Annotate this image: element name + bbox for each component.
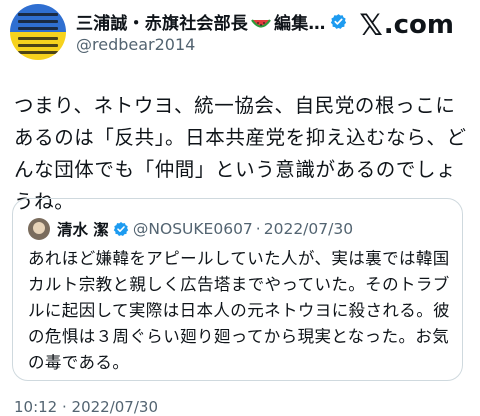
meta-separator: ·: [255, 220, 261, 238]
profile-avatar[interactable]: [10, 4, 66, 60]
quoted-tweet-text: あれほど嫌韓をアピールしていた人が、実は裏では韓国カルト宗教と親しく広告塔までや…: [28, 249, 451, 372]
author-name-row[interactable]: 三浦誠・赤旗社会部長 編集…: [76, 9, 347, 34]
verified-badge-icon: [113, 221, 129, 237]
x-brand-logo: 𝕏 .com: [359, 8, 454, 42]
author-handle[interactable]: @redbear2014: [76, 35, 195, 54]
quoted-author-name: 清水 潔: [57, 221, 109, 239]
tweet-timestamp[interactable]: 10:12 · 2022/07/30: [14, 398, 158, 416]
x-logo-icon: 𝕏: [359, 8, 383, 42]
author-display-name-suffix[interactable]: 編集…: [274, 9, 326, 34]
quoted-author-handle: @NOSUKE0607: [132, 220, 253, 238]
watermelon-icon: [251, 16, 271, 28]
author-display-name[interactable]: 三浦誠・赤旗社会部長: [76, 9, 248, 34]
brand-domain: .com: [383, 10, 454, 40]
quoted-tweet-header: 清水 潔 @NOSUKE0607 · 2022/07/30: [28, 218, 353, 240]
verified-badge-icon: [330, 13, 347, 30]
quoted-tweet[interactable]: 清水 潔 @NOSUKE0607 · 2022/07/30 あれほど嫌韓をアピー…: [12, 198, 463, 381]
quoted-tweet-date: 2022/07/30: [263, 220, 354, 238]
tweet-header: 三浦誠・赤旗社会部長 編集… @redbear2014 𝕏 .com: [0, 0, 480, 70]
quoted-author-avatar: [28, 218, 50, 240]
